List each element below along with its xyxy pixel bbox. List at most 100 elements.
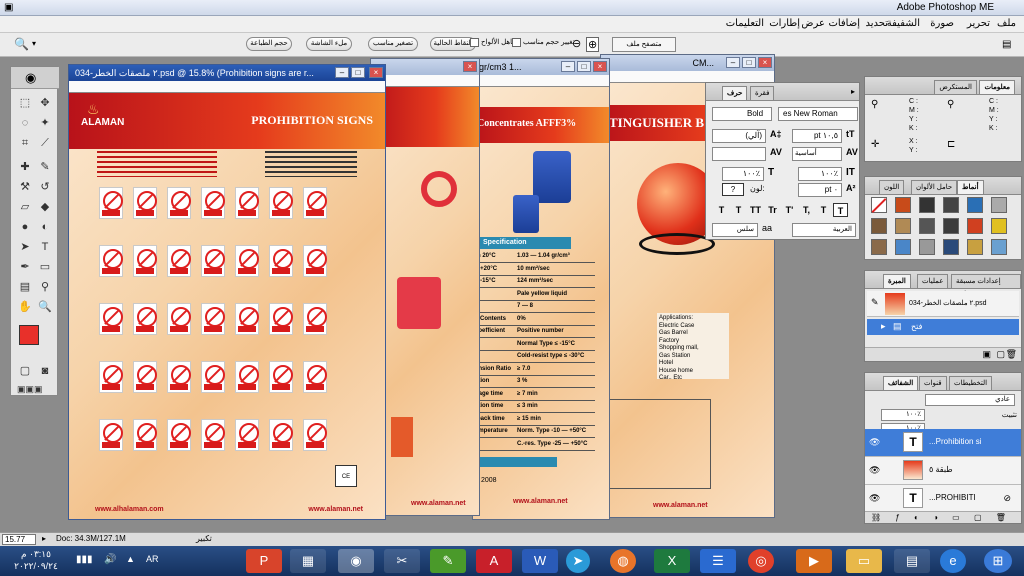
taskbar-powerpoint-icon[interactable]: P [246,549,282,573]
leading-field[interactable]: (آلي) [712,129,766,143]
lasso-tool-icon[interactable]: ◌ [17,115,33,131]
volume-icon[interactable]: 🔊 [104,554,116,565]
close-button[interactable]: × [758,57,772,68]
menu-file[interactable]: ملف [997,18,1016,29]
zoom-field[interactable]: 15.77 [2,534,36,545]
language-dropdown[interactable]: العربية [792,223,856,237]
menu-window[interactable]: إطارات [769,18,800,29]
zoom-in-icon[interactable]: ⊕ [586,37,599,52]
taskbar-notepad-icon[interactable]: ☰ [700,549,736,573]
close-button[interactable]: × [369,67,383,78]
maximize-button[interactable]: □ [351,67,365,78]
taskbar-explorer-icon[interactable]: ▤ [894,549,930,573]
close-button[interactable]: × [463,61,477,72]
taskbar-firefox-icon[interactable]: ◍ [610,549,636,573]
tab-actions[interactable]: عمليات [917,274,948,288]
notes-tool-icon[interactable]: ▤ [17,279,33,295]
healing-brush-icon[interactable]: ✚ [17,159,33,175]
history-snapshot[interactable]: ✎ 034-٢ ملصقات الخطر.psd [867,291,1019,317]
pen-tool-icon[interactable]: ✒ [17,259,33,275]
menu-layer[interactable]: الشفيفة [887,18,920,29]
menu-image[interactable]: صورة [930,18,954,29]
taskbar-app-icon[interactable]: ✎ [430,549,466,573]
tab-character[interactable]: حرف [722,86,747,100]
menu-filter[interactable]: إضافات [828,18,860,29]
layer-name[interactable]: ...Prohibition si [929,437,981,446]
taskbar-telegram-icon[interactable]: ➤ [566,549,590,573]
eye-icon[interactable]: 👁 [869,493,881,503]
font-style-dropdown[interactable]: Bold [712,107,772,121]
layer-row-2[interactable]: 👁 طبقة ٥ [865,457,1021,485]
text-style-button[interactable]: T, [799,203,814,217]
slice-tool-icon[interactable]: ⟋ [37,135,53,151]
text-color-swatch[interactable]: ? [722,183,744,196]
tracking-field[interactable]: أساسية [792,147,842,161]
new-snapshot-icon[interactable]: ▣ [982,349,991,360]
style-swatch[interactable] [919,218,935,234]
style-swatch[interactable] [871,197,887,213]
file-browser-tab[interactable]: متصفح ملف [612,37,676,52]
taskbar-ie-icon[interactable]: e [940,549,966,573]
text-style-button[interactable]: TT [748,203,763,217]
style-swatch[interactable] [919,197,935,213]
maximize-button[interactable]: □ [742,57,756,68]
style-swatch[interactable] [895,218,911,234]
panel-menu-icon[interactable]: ▸ [851,87,855,96]
language-indicator[interactable]: AR [146,554,159,564]
ignore-palettes-checkbox[interactable] [470,38,479,47]
menu-select[interactable]: تحديد [865,18,888,29]
minimize-button[interactable]: – [726,57,740,68]
move-tool-icon[interactable]: ✥ [37,95,53,111]
taskbar-excel-icon[interactable]: X [654,549,690,573]
style-swatch[interactable] [991,197,1007,213]
start-button[interactable]: ⊞ [984,549,1012,573]
tab-tool-presets[interactable]: إعدادات مسبقة للأداة [951,274,1021,288]
style-swatch[interactable] [967,197,983,213]
zoom-out-icon[interactable]: ⊖ [572,37,581,50]
taskbar-folder-icon[interactable]: ▭ [846,549,882,573]
history-brush-icon[interactable]: ↺ [37,179,53,195]
crop-tool-icon[interactable]: ⌗ [17,135,33,151]
tab-layers[interactable]: الشفائف [883,376,918,390]
minimize-button[interactable]: – [561,61,575,72]
opacity-field[interactable]: ١٠٠٪ [881,409,925,421]
tray-expand-icon[interactable]: ▲ [126,554,135,564]
print-size-button[interactable]: حجم الطباعة [246,37,292,51]
stamp-tool-icon[interactable]: ⚒ [17,179,33,195]
text-style-button[interactable]: T' [782,203,797,217]
layers-footer-icons[interactable]: ⛓ ƒ ◐ ◑ ▭ ▢ 🗑 [865,511,1021,523]
brush-tool-icon[interactable]: ✎ [37,159,53,175]
document-window-afff[interactable]: gr/cm3 1... – □ × Concentrates AFFF3% Sp… [472,58,610,520]
document-window-prohibition[interactable]: 034-٢ ملصقات الخطر.psd @ 15.8% (Prohibit… [68,64,386,520]
marquee-tool-icon[interactable]: ⬚ [17,95,33,111]
taskbar-calculator-icon[interactable]: ▦ [290,549,326,573]
bucket-tool-icon[interactable]: ◆ [37,199,53,215]
kerning-field[interactable] [712,147,766,161]
close-button[interactable]: × [593,61,607,72]
signal-icon[interactable]: ▮▮▮ [76,554,93,565]
layer-name[interactable]: ...PROHIBITI [929,493,976,502]
horizontal-scale-field[interactable]: ١٠٠٪ [798,167,842,181]
style-swatch[interactable] [871,218,887,234]
menu-edit[interactable]: تحرير [967,18,990,29]
shape-tool-icon[interactable]: ▭ [37,259,53,275]
style-swatch[interactable] [967,218,983,234]
blend-mode-dropdown[interactable]: عادي [925,394,1015,406]
text-style-button[interactable]: T [731,203,746,217]
layer-row-3[interactable]: 👁 T ...PROHIBITI ⊘ [865,485,1021,513]
magic-wand-icon[interactable]: ✦ [37,115,53,131]
taskbar-photoshop-icon[interactable]: ◉ [338,549,374,573]
style-swatch[interactable] [991,218,1007,234]
history-brush-source-icon[interactable]: ✎ [871,297,879,308]
zoom-icon[interactable]: 🔍 [14,37,29,51]
zoom-tool-icon[interactable]: 🔍 [37,299,53,315]
menu-view[interactable]: عرض [801,18,825,29]
blur-tool-icon[interactable]: ● [17,219,33,235]
tool-preset-dropdown[interactable]: ▾ [32,39,36,48]
maximize-button[interactable]: □ [577,61,591,72]
tab-color[interactable]: اللون [879,180,904,194]
minimize-button[interactable]: – [335,67,349,78]
eraser-tool-icon[interactable]: ▱ [17,199,33,215]
style-swatch[interactable] [871,239,887,255]
tab-navigator[interactable]: المستكرض [934,80,977,94]
